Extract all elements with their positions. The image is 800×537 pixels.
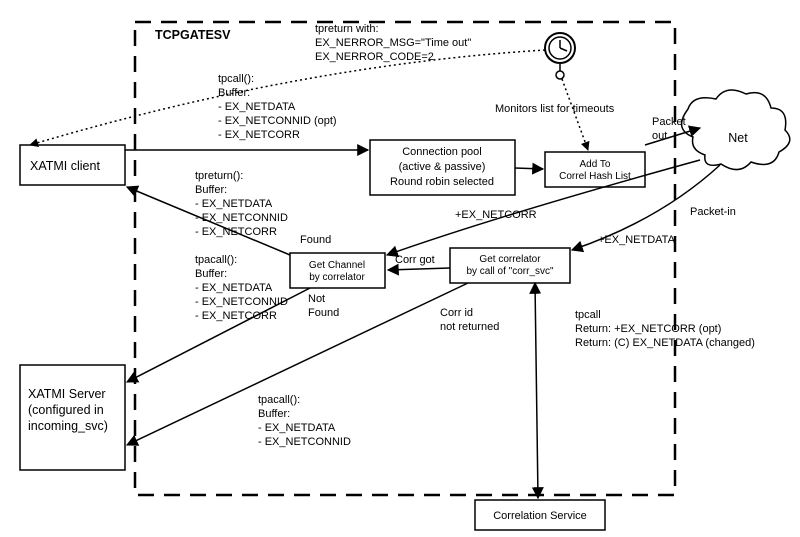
tpreturn-h: tpreturn(): <box>195 170 243 182</box>
tpreturn-i1: - EX_NETDATA <box>195 198 273 210</box>
notfound-l2: Found <box>308 307 339 319</box>
net-cloud: Net <box>682 90 790 170</box>
tpacall1-b: Buffer: <box>195 268 227 280</box>
title: TCPGATESV <box>155 28 231 42</box>
clock-icon <box>545 33 575 79</box>
tpcallret-l3: Return: (C) EX_NETDATA (changed) <box>575 337 755 349</box>
tpreturn-timeout-l2: EX_NERROR_MSG="Time out" <box>315 37 471 49</box>
notfound-l1: Not <box>308 293 325 305</box>
tpreturn-i3: - EX_NETCORR <box>195 226 277 238</box>
connpool-l1: Connection pool <box>402 146 482 158</box>
addhash-l1: Add To <box>580 159 611 170</box>
tpcallret-l2: Return: +EX_NETCORR (opt) <box>575 323 721 335</box>
addhash-l2: Correl Hash List <box>559 171 631 182</box>
corrnot-l1: Corr id <box>440 307 473 319</box>
tpacall2-h: tpacall(): <box>258 394 300 406</box>
getcorr-l1: Get correlator <box>479 254 541 265</box>
xatmi-server-l3: incoming_svc) <box>28 419 108 433</box>
getchan-l2: by correlator <box>309 272 365 283</box>
getcorr-to-getchan-arrow <box>388 268 450 270</box>
tpacall2-i2: - EX_NETCONNID <box>258 436 351 448</box>
getcorr-to-corrsvc-arrow <box>535 283 538 498</box>
tpcall-i3: - EX_NETCORR <box>218 129 300 141</box>
tpreturn-timeout-l1: tpreturn with: <box>315 23 379 35</box>
connpool-l3: Round robin selected <box>390 176 494 188</box>
packetin-label: Packet-in <box>690 206 736 218</box>
tpacall2-b: Buffer: <box>258 408 290 420</box>
tpcall-b: Buffer: <box>218 87 250 99</box>
corrsvc-label: Correlation Service <box>493 510 587 522</box>
getcorr-l2: by call of "corr_svc" <box>466 266 554 277</box>
xatmi-server-l1: XATMI Server <box>28 387 106 401</box>
tpacall2-i1: - EX_NETDATA <box>258 422 336 434</box>
tpacall1-i2: - EX_NETCONNID <box>195 296 288 308</box>
tpreturn-b: Buffer: <box>195 184 227 196</box>
tpcallret-l1: tpcall <box>575 309 601 321</box>
packetout-l1: Packet <box>652 116 686 128</box>
corrnot-l2: not returned <box>440 321 499 333</box>
packetout-l2: out <box>652 130 667 142</box>
tpcall-i1: - EX_NETDATA <box>218 101 296 113</box>
tpreturn-timeout-l3: EX_NERROR_CODE=2 <box>315 51 434 63</box>
tpacall1-h: tpacall(): <box>195 254 237 266</box>
connpool-to-hash-arrow <box>515 168 543 169</box>
tpcall-h: tpcall(): <box>218 73 254 85</box>
xatmi-client-label: XATMI client <box>30 159 100 173</box>
found-label: Found <box>300 234 331 246</box>
exnetdata-label: +EX_NETDATA <box>598 234 676 246</box>
corrgot-label: Corr got <box>395 254 435 266</box>
getchan-l1: Get Channel <box>309 260 365 271</box>
monitors-label: Monitors list for timeouts <box>495 103 615 115</box>
tpcall-i2: - EX_NETCONNID (opt) <box>218 115 337 127</box>
tpacall1-i3: - EX_NETCORR <box>195 310 277 322</box>
connpool-l2: (active & passive) <box>399 161 486 173</box>
getcorr-to-server-arrow <box>127 283 468 445</box>
xatmi-server-l2: (configured in <box>28 403 104 417</box>
tpreturn-i2: - EX_NETCONNID <box>195 212 288 224</box>
xatmi-server-box <box>20 365 125 470</box>
net-label: Net <box>728 131 748 145</box>
tpacall1-i1: - EX_NETDATA <box>195 282 273 294</box>
